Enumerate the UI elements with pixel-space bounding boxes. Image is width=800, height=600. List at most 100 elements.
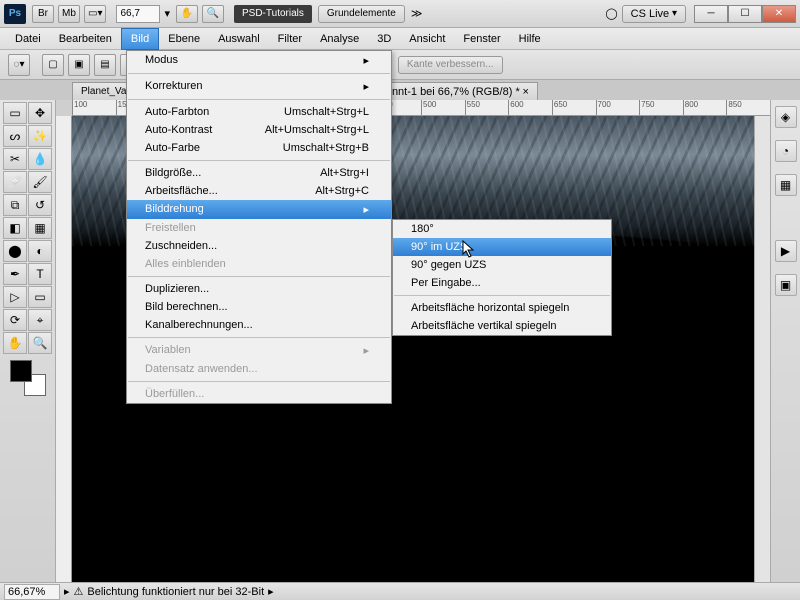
hand-tool-icon[interactable]: ✋ (3, 332, 27, 354)
move-tool-icon[interactable]: ✥ (28, 102, 52, 124)
menu-item[interactable]: 90° im UZS (393, 238, 611, 256)
actions-panel-icon[interactable]: ▣ (775, 274, 797, 296)
menu-dropdown-bild: Modus▸ Korrekturen▸ Auto-FarbtonUmschalt+S… (126, 50, 392, 404)
menu-item[interactable]: Zuschneiden... (127, 237, 391, 255)
zoom-tool-icon[interactable]: 🔍 (28, 332, 52, 354)
eraser-tool-icon[interactable]: ◧ (3, 217, 27, 239)
maximize-button[interactable]: ☐ (728, 5, 762, 23)
hand-icon[interactable]: ✋ (176, 5, 198, 23)
refine-edge-button[interactable]: Kante verbessern... (398, 56, 503, 74)
foreground-color[interactable] (10, 360, 32, 382)
3d-camera-icon[interactable]: ⌖ (28, 309, 52, 331)
menu-item[interactable]: 90° gegen UZS (393, 256, 611, 274)
menu-3d[interactable]: 3D (368, 28, 400, 50)
menu-item: Freistellen (127, 219, 391, 237)
menu-bearbeiten[interactable]: Bearbeiten (50, 28, 121, 50)
arrow-right-icon[interactable]: ▸ (268, 585, 274, 598)
menu-item[interactable]: Per Eingabe... (393, 274, 611, 292)
marquee-tool-icon[interactable]: ▭ (3, 102, 27, 124)
lasso-tool-icon[interactable]: ᔕ (3, 125, 27, 147)
crop-tool-icon[interactable]: ✂ (3, 148, 27, 170)
menu-item[interactable]: Arbeitsfläche vertikal spiegeln (393, 317, 611, 335)
main-area: ▭✥ ᔕ✨ ✂💧 🩹🖌 ⧉↺ ◧▦ ⬤◐ ✒T ▷▭ ⟳⌖ ✋🔍 1001502… (0, 100, 800, 582)
healing-brush-icon[interactable]: 🩹 (3, 171, 27, 193)
marquee-tool-preset-icon[interactable]: ◌▾ (8, 54, 30, 76)
warning-icon: ⚠ (74, 585, 84, 598)
scrollbar-vertical[interactable] (754, 116, 770, 582)
status-message: Belichtung funktioniert nur bei 32-Bit (87, 586, 264, 598)
menu-item: Variablen▸ (127, 341, 391, 360)
menu-ansicht[interactable]: Ansicht (400, 28, 454, 50)
menu-item: Alles einblenden (127, 255, 391, 273)
options-bar: ◌▾ ▢ ▣ ▤ ▥ B: ⇄ H: Kante verbessern... (0, 50, 800, 80)
chevron-down-icon[interactable]: ▾ (164, 7, 170, 20)
menu-auswahl[interactable]: Auswahl (209, 28, 269, 50)
menu-filter[interactable]: Filter (269, 28, 311, 50)
blur-tool-icon[interactable]: ⬤ (3, 240, 27, 262)
selection-sub-icon[interactable]: ▤ (94, 54, 116, 76)
status-zoom-field[interactable]: 66,67% (4, 584, 60, 600)
minimize-button[interactable]: ─ (694, 5, 728, 23)
history-panel-icon[interactable]: ▶ (775, 240, 797, 262)
menu-item[interactable]: Duplizieren... (127, 280, 391, 298)
type-tool-icon[interactable]: T (28, 263, 52, 285)
path-select-icon[interactable]: ▷ (3, 286, 27, 308)
layers-panel-icon[interactable]: ◈ (775, 106, 797, 128)
menu-datei[interactable]: Datei (6, 28, 50, 50)
menu-item[interactable]: Auto-FarbtonUmschalt+Strg+L (127, 103, 391, 121)
menu-item[interactable]: Bildgröße...Alt+Strg+I (127, 164, 391, 182)
minibridge-icon[interactable]: Mb (58, 5, 80, 23)
cslive-icon: ◯ (605, 7, 617, 20)
menubar: DateiBearbeitenBildEbeneAuswahlFilterAna… (0, 28, 800, 50)
titlebar: Ps Br Mb ▭▾ ▾ ✋ 🔍 PSD-Tutorials Grundele… (0, 0, 800, 28)
close-tab-icon[interactable]: × (523, 86, 529, 98)
ps-logo-icon: Ps (4, 4, 26, 24)
menu-item[interactable]: Modus▸ (127, 51, 391, 70)
cslive-button[interactable]: CS Live ▾ (622, 5, 686, 23)
zoom-icon[interactable]: 🔍 (202, 5, 224, 23)
gradient-tool-icon[interactable]: ▦ (28, 217, 52, 239)
brush-tool-icon[interactable]: 🖌 (28, 171, 52, 193)
eyedropper-tool-icon[interactable]: 💧 (28, 148, 52, 170)
chevron-right-icon[interactable]: ≫ (411, 7, 423, 20)
menu-bild[interactable]: Bild (121, 28, 159, 50)
3d-tool-icon[interactable]: ⟳ (3, 309, 27, 331)
menu-item[interactable]: 180° (393, 220, 611, 238)
menu-ebene[interactable]: Ebene (159, 28, 209, 50)
menu-item[interactable]: Bilddrehung▸ (127, 200, 391, 219)
selection-add-icon[interactable]: ▣ (68, 54, 90, 76)
menu-item[interactable]: Arbeitsfläche...Alt+Strg+C (127, 182, 391, 200)
menu-item[interactable]: Kanalberechnungen... (127, 316, 391, 334)
toolbox: ▭✥ ᔕ✨ ✂💧 🩹🖌 ⧉↺ ◧▦ ⬤◐ ✒T ▷▭ ⟳⌖ ✋🔍 (0, 100, 56, 582)
magic-wand-icon[interactable]: ✨ (28, 125, 52, 147)
selection-new-icon[interactable]: ▢ (42, 54, 64, 76)
dodge-tool-icon[interactable]: ◐ (28, 240, 52, 262)
psd-tutorials-button[interactable]: PSD-Tutorials (234, 5, 312, 23)
color-panel-icon[interactable]: ◔ (775, 140, 797, 162)
swatches-panel-icon[interactable]: ▦ (775, 174, 797, 196)
submenu-bilddrehung: 180°90° im UZS90° gegen UZSPer Eingabe..… (392, 219, 612, 336)
window-controls: ─ ☐ ✕ (694, 5, 796, 23)
menu-fenster[interactable]: Fenster (454, 28, 509, 50)
zoom-input[interactable] (116, 5, 160, 23)
shape-tool-icon[interactable]: ▭ (28, 286, 52, 308)
menu-item[interactable]: Arbeitsfläche horizontal spiegeln (393, 299, 611, 317)
color-picker[interactable] (10, 360, 46, 396)
history-brush-icon[interactable]: ↺ (28, 194, 52, 216)
stamp-tool-icon[interactable]: ⧉ (3, 194, 27, 216)
close-button[interactable]: ✕ (762, 5, 796, 23)
menu-analyse[interactable]: Analyse (311, 28, 368, 50)
bridge-icon[interactable]: Br (32, 5, 54, 23)
document-tab-bar: Planet_Va… Unbenannt-1 bei 66,7% (RGB/8)… (0, 80, 800, 100)
menu-item[interactable]: Auto-KontrastAlt+Umschalt+Strg+L (127, 121, 391, 139)
menu-item[interactable]: Auto-FarbeUmschalt+Strg+B (127, 139, 391, 157)
menu-item[interactable]: Korrekturen▸ (127, 77, 391, 96)
arrow-right-icon[interactable]: ▸ (64, 585, 70, 598)
screen-mode-icon[interactable]: ▭▾ (84, 5, 106, 23)
workspace-button[interactable]: Grundelemente (318, 5, 405, 23)
menu-item: Datensatz anwenden... (127, 360, 391, 378)
menu-hilfe[interactable]: Hilfe (510, 28, 550, 50)
menu-item[interactable]: Bild berechnen... (127, 298, 391, 316)
pen-tool-icon[interactable]: ✒ (3, 263, 27, 285)
panel-dock: ◈ ◔ ▦ ▶ ▣ (770, 100, 800, 582)
